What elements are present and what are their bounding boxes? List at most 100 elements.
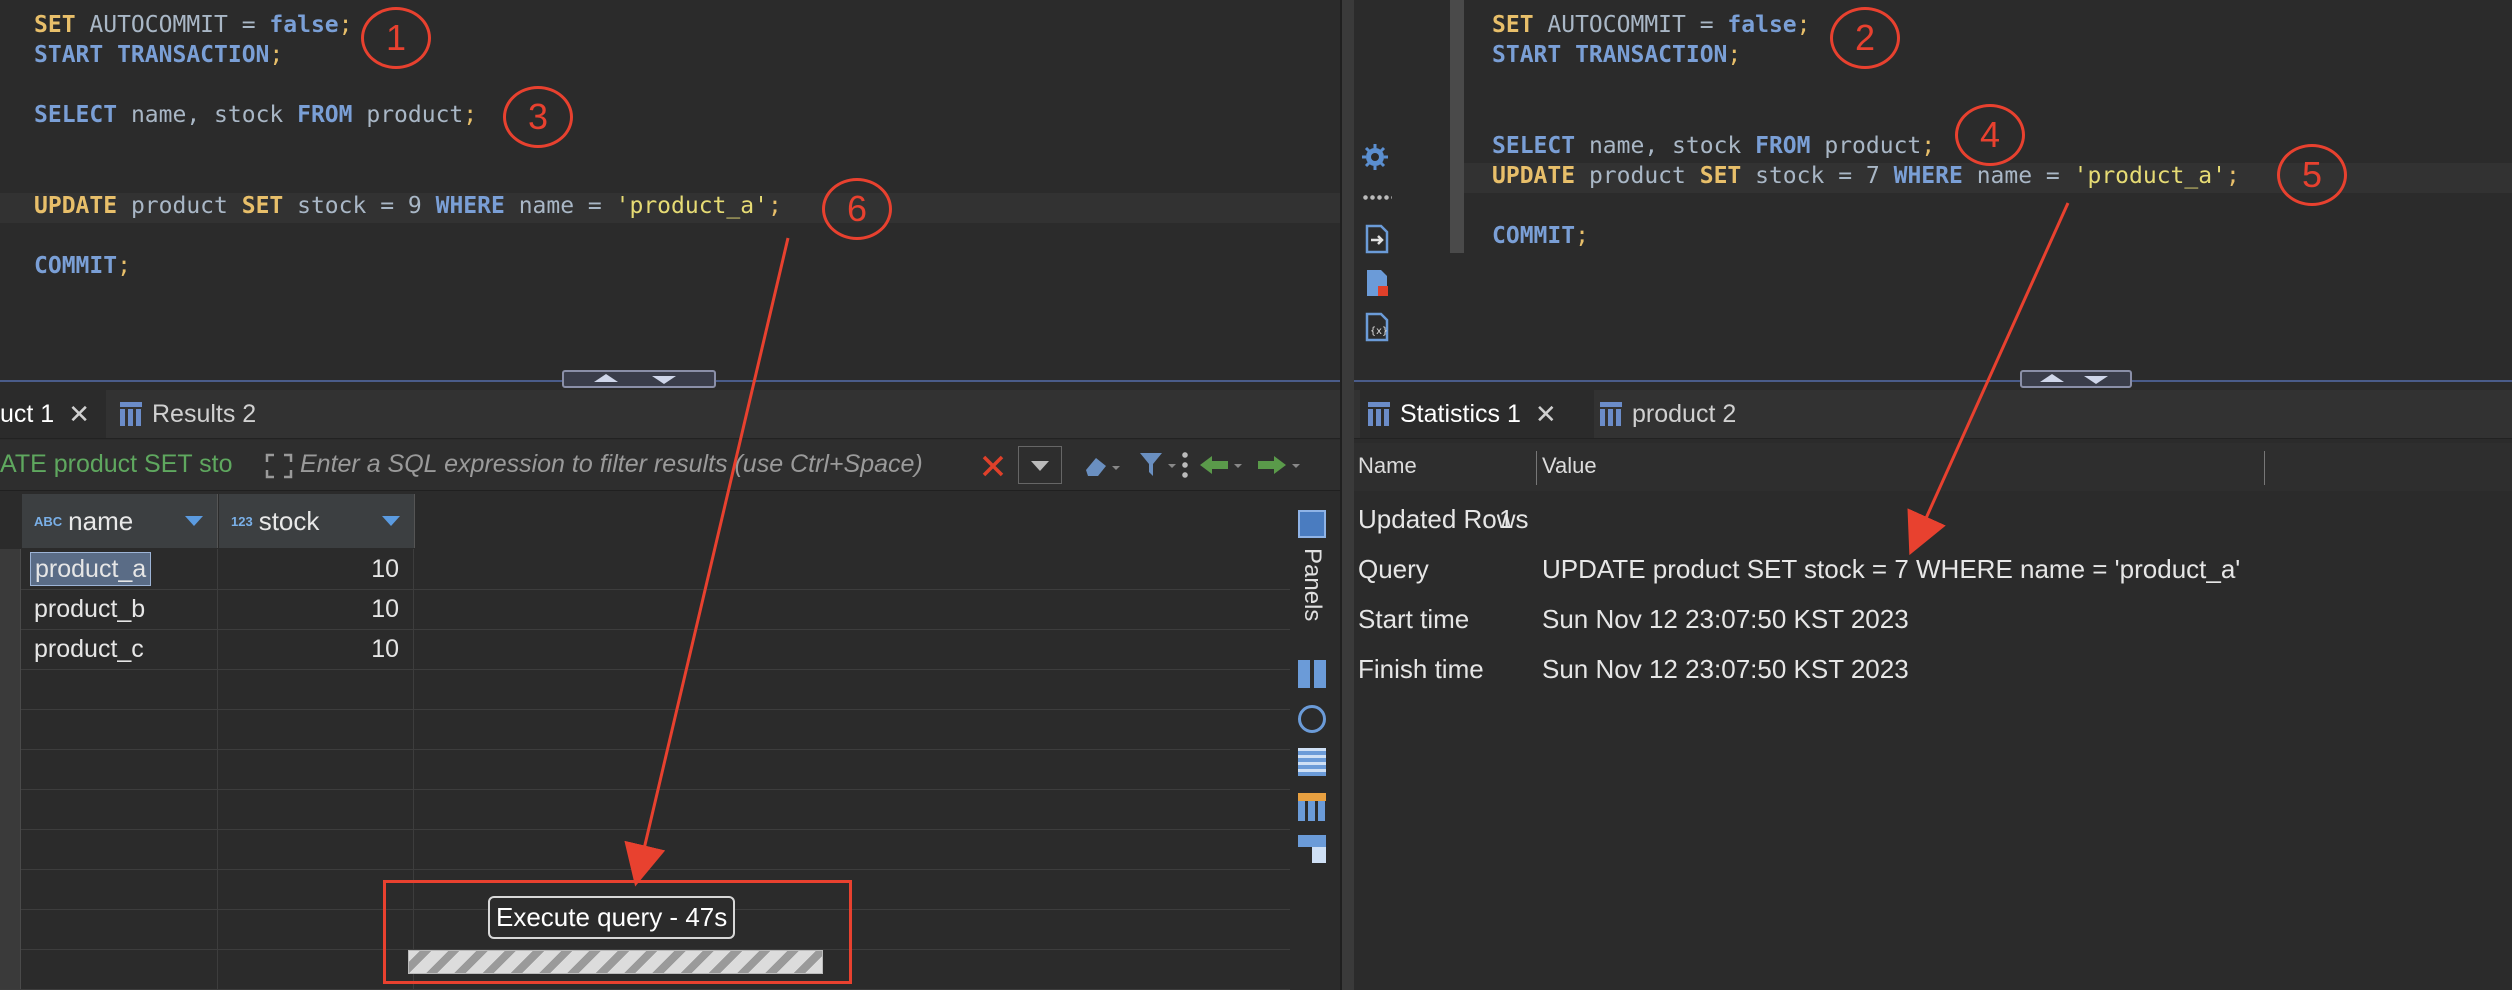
code-token: ; xyxy=(767,193,782,219)
code-line-4[interactable]: UPDATE product SET stock = 9 WHERE name … xyxy=(34,193,782,219)
export-icon[interactable] xyxy=(1362,224,1392,254)
code-token: UPDATE xyxy=(34,193,118,219)
table-row[interactable]: product_b 10 xyxy=(0,589,1290,630)
stat-row[interactable]: Start time Sun Nov 12 23:07:50 KST 2023 xyxy=(1354,594,2512,644)
code-token: SET xyxy=(1699,163,1742,189)
code-token: COMMIT xyxy=(1492,223,1576,249)
filter-icon[interactable] xyxy=(1138,450,1182,480)
row-gutter xyxy=(0,789,21,829)
column-header-value[interactable]: Value xyxy=(1542,453,1597,479)
stat-value: Sun Nov 12 23:07:50 KST 2023 xyxy=(1542,654,1909,684)
pivot-icon[interactable] xyxy=(1298,793,1326,821)
arrow-right-icon[interactable] xyxy=(1256,452,1306,478)
table-cell[interactable]: 10 xyxy=(218,549,414,589)
tab-results-2[interactable]: Results 2 xyxy=(120,390,280,438)
tab-statistics-1[interactable]: Statistics 1 ✕ xyxy=(1360,390,1594,438)
close-icon[interactable]: ✕ xyxy=(1535,399,1557,430)
right-sql-editor[interactable]: {x} SET AUTOCOMMIT = false; START TRANSA… xyxy=(1354,0,2512,382)
tab-product-1[interactable]: uct 1 ✕ xyxy=(0,390,106,438)
close-icon[interactable]: ✕ xyxy=(68,399,90,430)
variables-icon[interactable]: {x} xyxy=(1362,312,1392,342)
code-line-2[interactable]: START TRANSACTION; xyxy=(1492,42,1741,68)
code-token: ; xyxy=(338,12,353,38)
stat-row[interactable]: Updated Rows 1 xyxy=(1354,494,2512,544)
stat-value: UPDATE product SET stock = 7 WHERE name … xyxy=(1542,554,2241,584)
panels-icon[interactable] xyxy=(1298,510,1326,538)
code-token: ; xyxy=(269,42,284,68)
code-token: COMMIT xyxy=(34,253,118,279)
sort-arrow-icon[interactable] xyxy=(382,516,400,526)
column-header-stock[interactable]: 123 stock xyxy=(219,494,415,548)
left-query-panel: SET AUTOCOMMIT = false; START TRANSACTIO… xyxy=(0,0,1340,990)
row-gutter[interactable] xyxy=(0,549,21,589)
filter-bar: ATE product SET sto Enter a SQL expressi… xyxy=(0,440,1340,491)
column-header-name[interactable]: Name xyxy=(1358,453,1417,479)
code-token: WHERE xyxy=(1893,163,1963,189)
code-token: START TRANSACTION xyxy=(1492,42,1728,68)
code-token: SELECT xyxy=(34,102,118,128)
table-cell xyxy=(22,909,218,949)
code-line-3[interactable]: SELECT name, stock FROM product; xyxy=(34,102,477,128)
code-token: AUTOCOMMIT = xyxy=(1533,12,1728,38)
dashboard-icon[interactable] xyxy=(1298,835,1326,863)
table-cell[interactable]: 10 xyxy=(218,589,414,629)
code-token: 'product_a' xyxy=(615,193,768,219)
table-cell xyxy=(22,869,218,909)
sort-arrow-icon[interactable] xyxy=(185,516,203,526)
cell-value: 10 xyxy=(371,595,399,623)
code-line-3[interactable]: SELECT name, stock FROM product; xyxy=(1492,133,1935,159)
table-cell[interactable]: 10 xyxy=(218,629,414,669)
number-type-badge: 123 xyxy=(231,513,253,529)
code-token: ; xyxy=(1796,12,1811,38)
text-view-icon[interactable] xyxy=(1298,748,1326,776)
gear-icon[interactable] xyxy=(1360,142,1390,172)
split-handle[interactable] xyxy=(562,370,716,388)
error-log-icon[interactable] xyxy=(1362,268,1392,298)
code-token: stock = 7 xyxy=(1741,163,1894,189)
cell-value: product_c xyxy=(34,635,144,663)
split-handle[interactable] xyxy=(2020,370,2132,388)
cell-value: product_a xyxy=(30,552,152,586)
clear-filter-icon[interactable] xyxy=(980,453,1006,479)
arrow-left-icon[interactable] xyxy=(1198,452,1248,478)
row-gutter[interactable] xyxy=(0,589,21,629)
column-label: name xyxy=(68,505,134,536)
svg-text:{x}: {x} xyxy=(1370,326,1388,337)
table-cell xyxy=(22,829,218,869)
table-row[interactable]: product_a 10 xyxy=(0,549,1290,590)
row-gutter[interactable] xyxy=(0,629,21,669)
more-icon[interactable] xyxy=(1362,195,1392,200)
stat-row[interactable]: Finish time Sun Nov 12 23:07:50 KST 2023 xyxy=(1354,644,2512,694)
table-cell[interactable]: product_a xyxy=(22,549,218,589)
code-token: product xyxy=(117,193,242,219)
stat-row[interactable]: Query UPDATE product SET stock = 7 WHERE… xyxy=(1354,544,2512,594)
empty-table-row xyxy=(0,829,1290,870)
expand-icon[interactable] xyxy=(264,452,294,480)
more-vertical-icon[interactable] xyxy=(1182,450,1188,480)
code-line-5[interactable]: COMMIT; xyxy=(1492,223,1589,249)
row-gutter xyxy=(0,909,21,949)
right-query-panel: {x} SET AUTOCOMMIT = false; START TRANSA… xyxy=(1354,0,2512,990)
column-header-name[interactable]: ABC name xyxy=(22,494,218,548)
code-line-1[interactable]: SET AUTOCOMMIT = false; xyxy=(1492,12,1811,38)
code-token: UPDATE xyxy=(1492,163,1576,189)
panels-label[interactable]: Panels xyxy=(1298,548,1326,621)
filter-history-dropdown[interactable] xyxy=(1018,446,1062,484)
code-line-1[interactable]: SET AUTOCOMMIT = false; xyxy=(34,12,353,38)
code-line-5[interactable]: COMMIT; xyxy=(34,253,131,279)
code-token: ; xyxy=(2225,163,2240,189)
tab-product-2[interactable]: product 2 xyxy=(1594,390,1780,438)
grid-layout-icon[interactable] xyxy=(1298,660,1326,688)
filter-input[interactable]: Enter a SQL expression to filter results… xyxy=(300,450,923,479)
record-icon[interactable] xyxy=(1298,705,1326,733)
code-line-4[interactable]: UPDATE product SET stock = 7 WHERE name … xyxy=(1492,163,2240,189)
code-line-2[interactable]: START TRANSACTION; xyxy=(34,42,283,68)
table-row[interactable]: product_c 10 xyxy=(0,629,1290,670)
code-token: SET xyxy=(241,193,284,219)
table-cell[interactable]: product_c xyxy=(22,629,218,669)
table-cell[interactable]: product_b xyxy=(22,589,218,629)
statistics-header: Name Value xyxy=(1354,443,2512,491)
eraser-icon[interactable] xyxy=(1082,452,1122,480)
code-token: product xyxy=(352,102,464,128)
left-sql-editor[interactable]: SET AUTOCOMMIT = false; START TRANSACTIO… xyxy=(0,0,1340,382)
